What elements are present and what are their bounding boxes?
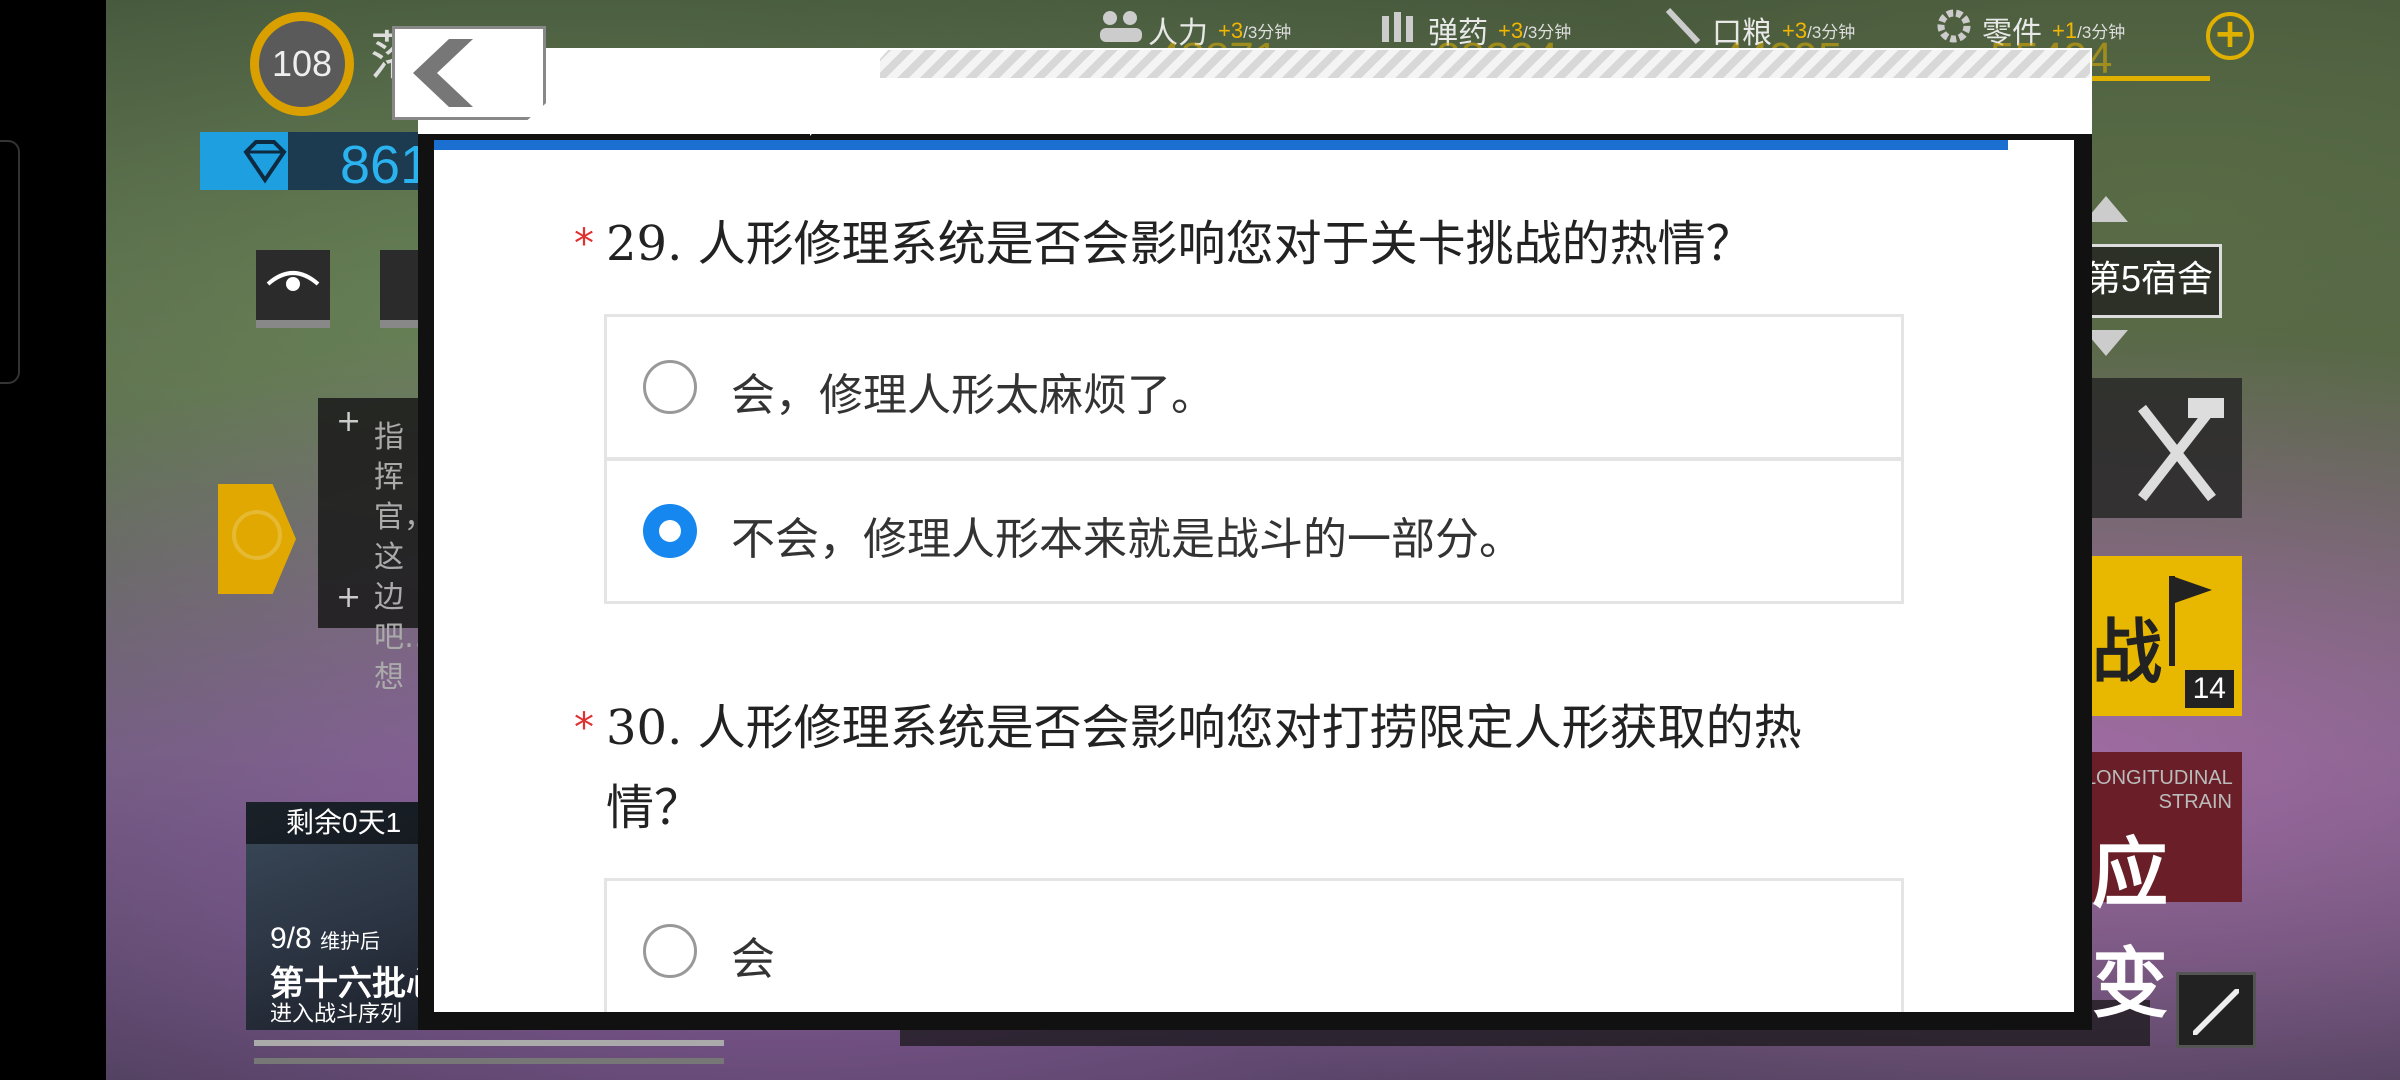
flag-icon xyxy=(2169,576,2212,666)
combat-count-badge: 14 xyxy=(2184,670,2234,708)
survey-progress-bar xyxy=(434,140,2009,150)
plus-icon: + xyxy=(336,580,362,615)
hide-ui-button[interactable] xyxy=(256,250,330,328)
resource-ammo[interactable]: 弹药 +3/3分钟 88224 xyxy=(1376,4,1596,83)
diamond-icon xyxy=(243,140,287,184)
plus-icon: + xyxy=(336,404,362,439)
eye-icon xyxy=(266,271,320,291)
expand-button[interactable] xyxy=(2176,972,2256,1048)
player-level: 108 xyxy=(271,43,333,84)
back-button[interactable] xyxy=(392,26,546,120)
survey-content[interactable]: * 29. 人形修理系统是否会影响您对于关卡挑战的热情？ 会，修理人形太麻烦了。… xyxy=(434,150,2074,1012)
strain-event-button[interactable]: LONGITUDINAL STRAIN 应变 xyxy=(2085,752,2242,1027)
hammer-wrench-icon xyxy=(2138,398,2224,502)
player-level-badge[interactable]: 108 xyxy=(250,12,354,116)
divider xyxy=(254,1040,724,1046)
header-hatch-decoration xyxy=(880,50,2090,78)
gem-count: 861 xyxy=(340,135,431,195)
option-label: 会，修理人形太麻烦了。 xyxy=(731,370,1215,421)
header-cut-decoration xyxy=(810,48,890,136)
option-label: 会 xyxy=(731,934,775,985)
dorm-button[interactable]: 第5宿舍 xyxy=(2076,244,2222,318)
option-label: 不会，修理人形本来就是战斗的一部分。 xyxy=(731,514,1523,565)
phone-edge-frame xyxy=(0,140,20,384)
option-q29-2[interactable]: 不会，修理人形本来就是战斗的一部分。 xyxy=(604,458,1904,604)
secondary-hud-button[interactable] xyxy=(380,250,420,328)
radio-button[interactable] xyxy=(643,360,697,414)
divider xyxy=(254,1058,724,1064)
resource-rations[interactable]: 口粮 +3/3分钟 44995 xyxy=(1660,4,1880,83)
event-subtitle: 进入战斗序列 xyxy=(270,1001,403,1026)
back-arrow-icon xyxy=(413,39,473,107)
question-29-title: * 29. 人形修理系统是否会影响您对于关卡挑战的热情？ xyxy=(574,204,1846,284)
clock-icon xyxy=(232,510,282,560)
gear-icon xyxy=(1937,9,1971,43)
radio-button[interactable] xyxy=(643,504,697,558)
resource-parts[interactable]: 零件 +1/3分钟 55494 xyxy=(1930,4,2200,83)
notice-text: 指挥官，这边吧…想 xyxy=(374,420,434,695)
required-mark: * xyxy=(574,221,594,267)
rations-icon xyxy=(1665,7,1701,44)
radio-button[interactable] xyxy=(643,924,697,978)
event-date-note: 维护后 xyxy=(320,931,381,953)
required-mark: * xyxy=(574,705,594,751)
ammo-icon xyxy=(1382,12,1413,42)
factory-button[interactable] xyxy=(2092,378,2242,518)
strain-english-label: LONGITUDINAL STRAIN xyxy=(2084,767,2233,813)
combat-button[interactable]: 战 14 xyxy=(2092,556,2242,716)
option-q29-1[interactable]: 会，修理人形太麻烦了。 xyxy=(604,314,1904,460)
manpower-icon xyxy=(1100,11,1142,42)
add-resource-button[interactable]: + xyxy=(2206,12,2254,60)
option-q30-1[interactable]: 会 xyxy=(604,878,1904,1012)
event-date: 9/8 xyxy=(270,922,312,955)
notice-panel[interactable]: + 指挥官，这边吧…想 + xyxy=(318,398,434,695)
question-30-title: * 30. 人形修理系统是否会影响您对打捞限定人形获取的热情？ xyxy=(574,688,1846,848)
resource-manpower[interactable]: 人力 +3/3分钟 48871 xyxy=(1096,4,1316,83)
diagonal-icon xyxy=(2193,989,2239,1035)
